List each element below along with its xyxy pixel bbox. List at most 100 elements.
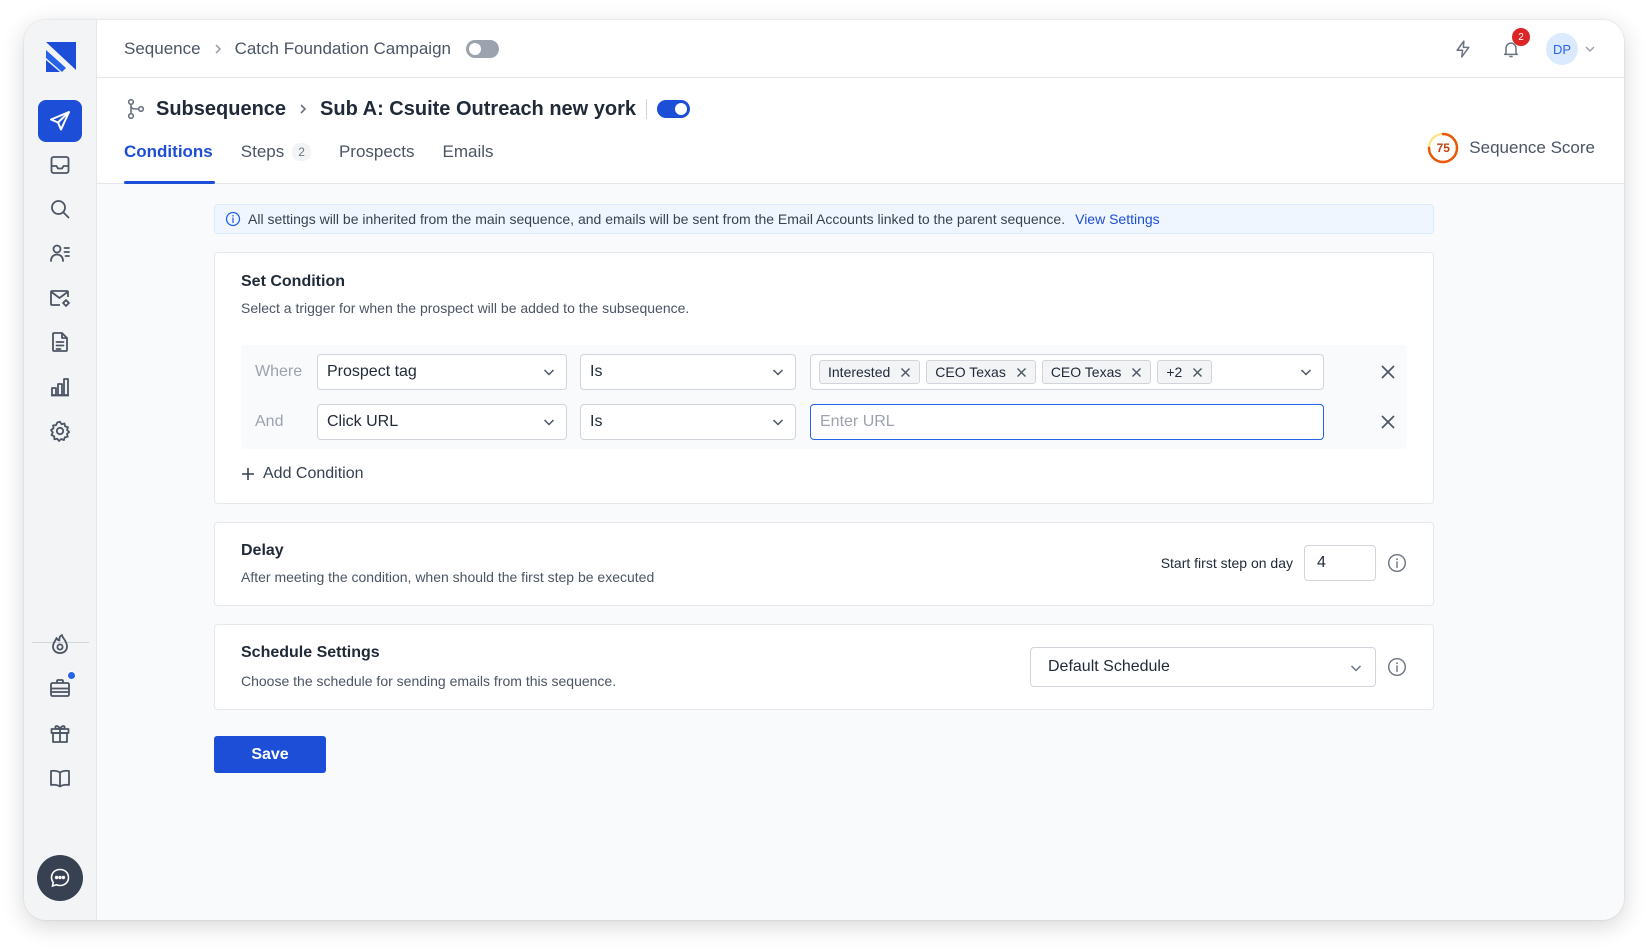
steps-count-badge: 2 — [292, 143, 311, 161]
remove-condition-icon[interactable] — [1379, 413, 1397, 431]
topbar: Sequence Catch Foundation Campaign 2 DP — [97, 20, 1624, 78]
tag-chip[interactable]: CEO Texas — [1041, 360, 1152, 384]
start-day-label: Start first step on day — [1160, 555, 1293, 571]
branch-icon — [127, 98, 145, 120]
title-divider — [646, 99, 648, 119]
score-value: 75 — [1436, 141, 1450, 155]
inherit-info-banner: All settings will be inherited from the … — [214, 204, 1434, 234]
campaign-toggle[interactable] — [466, 39, 499, 58]
gift-icon — [50, 725, 70, 743]
select-value: Default Schedule — [1048, 658, 1170, 675]
tag-more-chip[interactable]: +2 — [1157, 360, 1213, 384]
lightning-icon — [1456, 40, 1470, 58]
info-icon — [225, 211, 241, 227]
schedule-settings-card: Schedule Settings Choose the schedule fo… — [214, 624, 1434, 710]
topbar-actions: 2 DP — [1450, 20, 1596, 78]
start-day-input[interactable] — [1304, 545, 1376, 581]
tag-chip[interactable]: Interested — [819, 360, 921, 384]
select-value: Is — [590, 413, 603, 430]
chat-support-button[interactable] — [37, 855, 83, 901]
chevron-right-icon — [215, 43, 221, 54]
contacts-list-icon — [50, 244, 70, 262]
sidebar — [24, 20, 97, 920]
briefcase-icon — [50, 679, 70, 697]
bar-chart-icon — [51, 378, 69, 397]
schedule-controls: Default Schedule — [1030, 647, 1407, 687]
sidebar-item-warmup[interactable] — [38, 623, 82, 665]
url-input[interactable] — [810, 404, 1324, 440]
banner-text: All settings will be inherited from the … — [248, 211, 1066, 227]
page-title: Subsequence — [156, 97, 287, 120]
schedule-select[interactable]: Default Schedule — [1030, 647, 1376, 687]
user-menu[interactable]: DP — [1546, 33, 1596, 65]
close-icon[interactable] — [900, 367, 911, 378]
condition-connector: And — [255, 413, 284, 430]
sidebar-item-rewards[interactable] — [38, 712, 82, 754]
sidebar-item-templates[interactable] — [38, 321, 82, 363]
content: All settings will be inherited from the … — [214, 204, 1434, 773]
sidebar-item-search[interactable] — [38, 188, 82, 230]
tag-label: CEO Texas — [935, 364, 1006, 380]
breadcrumb-sequence[interactable]: Sequence — [124, 39, 201, 59]
select-value: Is — [590, 363, 603, 380]
chevron-down-icon — [1585, 46, 1595, 53]
app-window: Sequence Catch Foundation Campaign 2 DP — [24, 20, 1624, 920]
add-condition-button[interactable]: Add Condition — [241, 465, 364, 483]
tab-steps[interactable]: Steps 2 — [241, 136, 311, 184]
condition-operator-select[interactable]: Is — [580, 404, 796, 440]
chevron-down-icon — [1300, 369, 1312, 376]
close-icon[interactable] — [1016, 367, 1027, 378]
gear-icon — [50, 420, 71, 442]
chevron-down-icon — [1350, 665, 1362, 672]
condition-rows: Where Prospect tag Is Interested CEO Tex… — [241, 345, 1407, 449]
subsequence-name[interactable]: Sub A: Csuite Outreach new york — [320, 98, 636, 121]
close-icon[interactable] — [1131, 367, 1142, 378]
sequence-score[interactable]: 75 Sequence Score — [1427, 132, 1595, 164]
set-condition-title: Set Condition — [241, 273, 345, 290]
sidebar-item-toolkit[interactable] — [38, 667, 82, 709]
info-icon[interactable] — [1387, 553, 1407, 573]
condition-row: And Click URL Is — [241, 404, 1407, 440]
book-icon — [50, 769, 70, 788]
condition-row: Where Prospect tag Is Interested CEO Tex… — [241, 354, 1407, 390]
tab-conditions[interactable]: Conditions — [124, 136, 215, 184]
tag-multiselect[interactable]: Interested CEO Texas CEO Texas +2 — [810, 354, 1324, 390]
breadcrumb-campaign[interactable]: Catch Foundation Campaign — [235, 39, 451, 59]
save-button[interactable]: Save — [214, 736, 326, 773]
condition-field-select[interactable]: Click URL — [317, 404, 567, 440]
sidebar-item-inbox[interactable] — [38, 144, 82, 186]
sidebar-item-knowledge-base[interactable] — [38, 757, 82, 799]
notifications-button[interactable]: 2 — [1498, 28, 1530, 62]
sidebar-item-email-settings[interactable] — [38, 277, 82, 319]
sidebar-item-analytics[interactable] — [38, 366, 82, 408]
tab-label: Prospects — [338, 142, 415, 161]
remove-condition-icon[interactable] — [1379, 363, 1397, 381]
set-condition-card: Set Condition Select a trigger for when … — [214, 252, 1434, 504]
avatar: DP — [1546, 33, 1578, 65]
subsequence-toggle[interactable] — [657, 100, 691, 118]
schedule-description: Choose the schedule for sending emails f… — [241, 673, 617, 689]
chevron-down-icon — [772, 419, 784, 426]
condition-field-select[interactable]: Prospect tag — [317, 354, 567, 390]
close-icon[interactable] — [1192, 367, 1203, 378]
info-icon[interactable] — [1387, 657, 1407, 677]
sidebar-item-prospects[interactable] — [38, 232, 82, 274]
sidebar-item-sequences[interactable] — [38, 100, 82, 142]
search-icon — [51, 200, 70, 219]
chevron-down-icon — [772, 369, 784, 376]
sidebar-item-settings[interactable] — [38, 410, 82, 452]
delay-title: Delay — [241, 542, 284, 559]
tab-prospects[interactable]: Prospects — [339, 136, 415, 184]
app-logo[interactable] — [42, 38, 80, 76]
view-settings-link[interactable]: View Settings — [1075, 211, 1160, 227]
delay-description: After meeting the condition, when should… — [241, 569, 655, 585]
tag-chip[interactable]: CEO Texas — [926, 360, 1036, 384]
tab-emails[interactable]: Emails — [443, 136, 494, 184]
schedule-title: Schedule Settings — [241, 644, 380, 661]
tab-label: Conditions — [124, 142, 213, 161]
tab-label: Emails — [442, 142, 494, 161]
page-header: Subsequence Sub A: Csuite Outreach new y… — [97, 78, 1624, 184]
condition-operator-select[interactable]: Is — [580, 354, 796, 390]
quick-actions-button[interactable] — [1450, 36, 1476, 62]
chat-icon — [50, 868, 70, 888]
